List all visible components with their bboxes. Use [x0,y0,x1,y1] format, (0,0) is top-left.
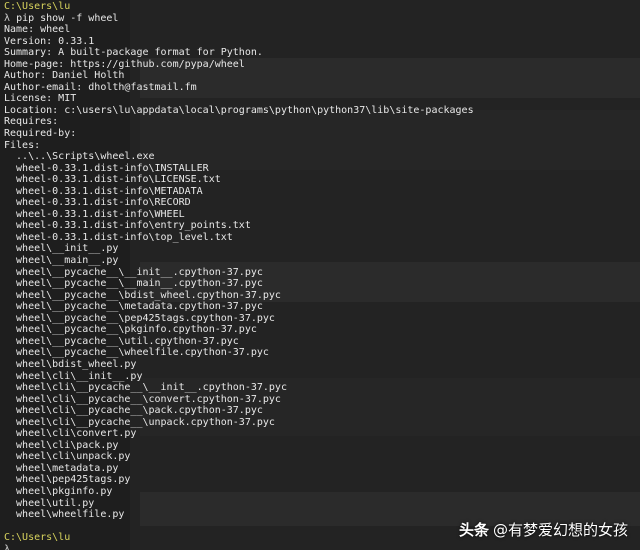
output-line: wheel\__pycache__\__main__.cpython-37.py… [4,278,263,290]
output-line: wheel\pkginfo.py [4,485,113,497]
command-line: λ [4,544,474,550]
output-line: wheel\cli\convert.py [4,428,137,440]
output-line: wheel-0.33.1.dist-info\entry_points.txt [4,220,251,232]
output-line: wheel\bdist_wheel.py [4,358,137,370]
output-line: wheel\cli\__pycache__\pack.cpython-37.py… [4,405,263,417]
output-line: wheel\cli\__pycache__\__init__.cpython-3… [4,382,287,394]
output-line: wheel\pep425tags.py [4,474,131,486]
output-line: Required-by: [4,128,77,140]
output-line: wheel\__init__.py [4,243,119,255]
prompt-path: C:\Users\lu [4,532,474,544]
command-line: λ pip show -f wheel [4,13,474,25]
prompt-path-text: C:\Users\lu [4,1,71,12]
output-line: wheel-0.33.1.dist-info\top_level.txt [4,231,233,243]
output-line: wheel-0.33.1.dist-info\LICENSE.txt [4,174,221,186]
output-line: Summary: A built-package format for Pyth… [4,47,263,59]
prompt-path: C:\Users\lu [4,1,474,13]
output-line: wheel-0.33.1.dist-info\RECORD [4,197,191,209]
output-line: wheel\__pycache__\bdist_wheel.cpython-37… [4,289,281,301]
output-line: ..\..\Scripts\wheel.exe [4,151,155,163]
prompt-lambda: λ [4,543,11,550]
output-line: wheel\__main__.py [4,255,119,267]
output-line: wheel\__pycache__\pkginfo.cpython-37.pyc [4,324,257,336]
terminal-window[interactable]: C:\Users\lu λ pip show -f wheel Name: whee… [0,0,640,550]
output-line: wheel\cli\unpack.py [4,451,131,463]
output-line: wheel\metadata.py [4,462,119,474]
output-line: wheel\__pycache__\wheelfile.cpython-37.p… [4,347,269,359]
output-line: wheel\wheelfile.py [4,509,125,521]
terminal-output[interactable]: C:\Users\lu λ pip show -f wheel Name: whee… [4,1,474,550]
output-line: wheel\cli\__init__.py [4,370,143,382]
output-line: Files: [4,139,41,151]
command-text: pip show -f wheel [16,12,119,24]
output-line: Author: Daniel Holth [4,70,125,82]
output-line: Author-email: dholth@fastmail.fm [4,81,197,93]
prompt-path-text: C:\Users\lu [4,532,71,544]
output-line: Version: 0.33.1 [4,35,95,47]
output-line: wheel\cli\pack.py [4,439,119,451]
watermark: 头条 @有梦爱幻想的女孩 [459,519,628,540]
output-line: wheel-0.33.1.dist-info\METADATA [4,185,203,197]
output-line: Name: wheel [4,24,71,36]
output-line: wheel\__pycache__\util.cpython-37.pyc [4,335,239,347]
watermark-brand: 头条 [458,521,489,539]
output-line: wheel\cli\__pycache__\unpack.cpython-37.… [4,416,275,428]
output-line: wheel\cli\__pycache__\convert.cpython-37… [4,393,281,405]
output-line: wheel-0.33.1.dist-info\WHEEL [4,208,185,220]
output-line: wheel\__pycache__\metadata.cpython-37.py… [4,301,263,313]
output-line: wheel\__pycache__\__init__.cpython-37.py… [4,266,263,278]
output-line: License: MIT [4,93,77,105]
prompt-lambda: λ [4,12,11,24]
output-line: Requires: [4,116,59,128]
output-line: wheel\__pycache__\pep425tags.cpython-37.… [4,312,275,324]
output-line: wheel-0.33.1.dist-info\INSTALLER [4,162,209,174]
output-line: Location: c:\users\lu\appdata\local\prog… [4,104,474,116]
watermark-handle: @有梦爱幻想的女孩 [492,521,628,539]
output-line: wheel\util.py [4,497,95,509]
output-line: Home-page: https://github.com/pypa/wheel [4,58,245,70]
